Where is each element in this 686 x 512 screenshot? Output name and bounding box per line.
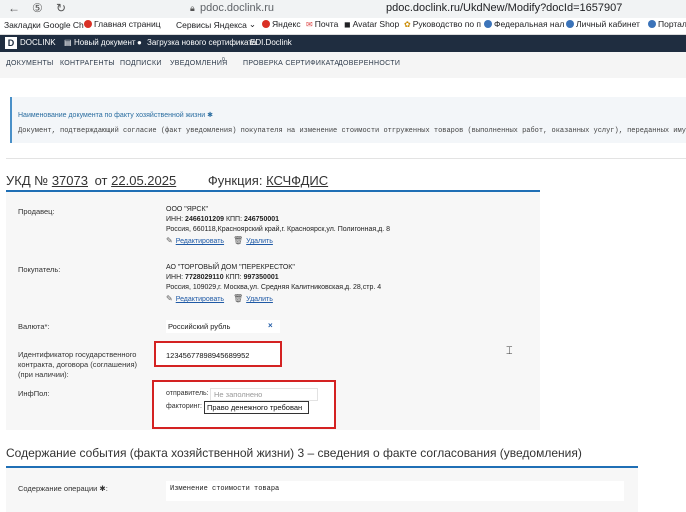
address-url[interactable]: pdoc.doclink.ru/UkdNew/Modify?docId=1657… [386,2,622,14]
globe-icon [566,20,574,28]
logo-text[interactable]: DOCLINK [20,38,56,47]
bookmark-item[interactable]: Главная страниц [84,19,161,29]
avatar-icon: ◼ [344,19,351,29]
chevron-down-icon: ⌄ [248,19,257,29]
factoring-label: факторинг: [166,403,202,410]
main-menu: ДОКУМЕНТЫ КОНТРАГЕНТЫ ПОДПИСКИ УВЕДОМЛЕН… [0,52,686,78]
event-section-title: Содержание события (факта хозяйственной … [6,446,582,460]
seller-label: Продавец: [18,207,55,216]
upload-icon: ● [137,38,142,47]
bookmark-item[interactable]: Яндекс [262,19,301,29]
yandex-icon [262,20,270,28]
bookmark-item[interactable]: Сервисы Яндекса ⌄ [176,19,256,30]
seller-name: ООО "ЯРСК" [166,206,209,213]
ukd-date-prefix: от [94,173,108,188]
seller-inn-kpp: ИНН: 2466101209 КПП: 246750001 [166,216,280,223]
bookmark-item[interactable]: ✿ Руководство по п [404,19,481,29]
buyer-label: Покупатель: [18,265,61,274]
lock-icon: 🔒︎ [190,3,195,13]
doc-name-panel [10,97,686,143]
globe-icon [648,20,656,28]
buyer-edit-link[interactable]: Редактировать [176,296,224,303]
back-icon[interactable]: ← [8,1,20,15]
bookmark-item[interactable]: ◼ Avatar Shop [344,19,399,29]
infpol-label: ИнфПол: [18,389,50,398]
gov-id-label: Идентификатор государственного контракта… [18,350,137,379]
ukd-title: УКД № 37073 от 22.05.2025 Функция: КСЧФД… [6,173,328,188]
sender-input[interactable]: Не заполнено [210,388,318,401]
notifications-badge: 0 [222,57,226,63]
buyer-inn-kpp: ИНН: 7728029110 КПП: 997350001 [166,274,279,281]
currency-clear-icon[interactable]: × [268,321,273,330]
seller-info: ООО "ЯРСК" ИНН: 2466101209 КПП: 24675000… [166,205,390,247]
seller-address: Россия, 660118,Красноярский край,г. Крас… [166,226,390,233]
bookmarks-bar: Закладки Google Ch⌄ Главная страниц Серв… [0,18,686,35]
ukd-number[interactable]: 37073 [52,173,88,188]
gov-id-input[interactable]: 12345677898945689952 [166,351,249,360]
globe-icon [484,20,492,28]
trash-icon: 🗑︎ [233,236,244,245]
currency-label: Валюта*: [18,322,50,331]
menu-subscriptions[interactable]: ПОДПИСКИ [120,60,162,67]
yandex-icon [84,20,92,28]
bookmark-item[interactable]: Портал [648,19,686,29]
bookmark-item[interactable]: Закладки Google Ch⌄ [4,19,93,30]
reload-icon[interactable]: ↻ [56,1,66,15]
bookmark-item[interactable]: Федеральная нал [484,19,564,29]
bookmark-item[interactable]: Личный кабинет [566,19,640,29]
doc-name-label: Наименование документа по факту хозяйств… [18,112,213,119]
ukd-prefix: УКД № [6,173,49,188]
factoring-input[interactable]: Право денежного требован [204,401,309,414]
address-domain[interactable]: pdoc.doclink.ru [200,2,274,14]
logo-icon: D [5,37,17,49]
bookmark-item[interactable]: ✉ Почта [306,19,338,29]
pencil-icon: ✎ [166,294,173,303]
buyer-info: АО "ТОРГОВЫЙ ДОМ "ПЕРЕКРЕСТОК" ИНН: 7728… [166,263,381,305]
text-cursor-icon: ⌶ [506,345,513,357]
pencil-icon: ✎ [166,236,173,245]
buyer-name: АО "ТОРГОВЫЙ ДОМ "ПЕРЕКРЕСТОК" [166,264,295,271]
document-icon: ▤ [64,38,72,47]
gear-icon: ✿ [404,19,411,29]
doc-name-text[interactable]: Документ, подтверждающий согласие (факт … [18,127,686,135]
ukd-function[interactable]: КСЧФДИС [266,173,328,188]
divider [6,158,686,159]
profile-icon[interactable]: ⑤ [32,1,43,15]
buyer-address: Россия, 109029,г. Москва,ул. Средняя Кал… [166,284,382,291]
ukd-function-label: Функция: [207,173,263,188]
upload-certificate-link[interactable]: Загрузка нового сертификата [147,38,256,47]
new-document-link[interactable]: Новый документ [74,38,136,47]
trash-icon: 🗑︎ [233,294,244,303]
ukd-date[interactable]: 22.05.2025 [111,173,176,188]
currency-select[interactable]: Российский рубль [166,320,280,333]
mail-icon: ✉ [306,19,313,29]
menu-notifications[interactable]: УВЕДОМЛЕНИЯ [170,60,228,67]
operation-label: Содержание операции ✱: [18,484,108,493]
menu-poa[interactable]: ДОВЕРЕННОСТИ [338,60,400,67]
menu-counterparties[interactable]: КОНТРАГЕНТЫ [60,60,115,67]
sender-label: отправитель: [166,390,209,397]
menu-cert-check[interactable]: ПРОВЕРКА СЕРТИФИКАТА [243,60,339,67]
operation-value[interactable]: Изменение стоимости товара [170,485,279,493]
seller-edit-link[interactable]: Редактировать [176,238,224,245]
buyer-delete-link[interactable]: Удалить [246,296,273,303]
edi-link[interactable]: EDI.Doclink [250,38,292,47]
app-header: D DOCLINK ▤ Новый документ ● Загрузка но… [0,35,686,52]
menu-documents[interactable]: ДОКУМЕНТЫ [6,60,54,67]
seller-delete-link[interactable]: Удалить [246,238,273,245]
